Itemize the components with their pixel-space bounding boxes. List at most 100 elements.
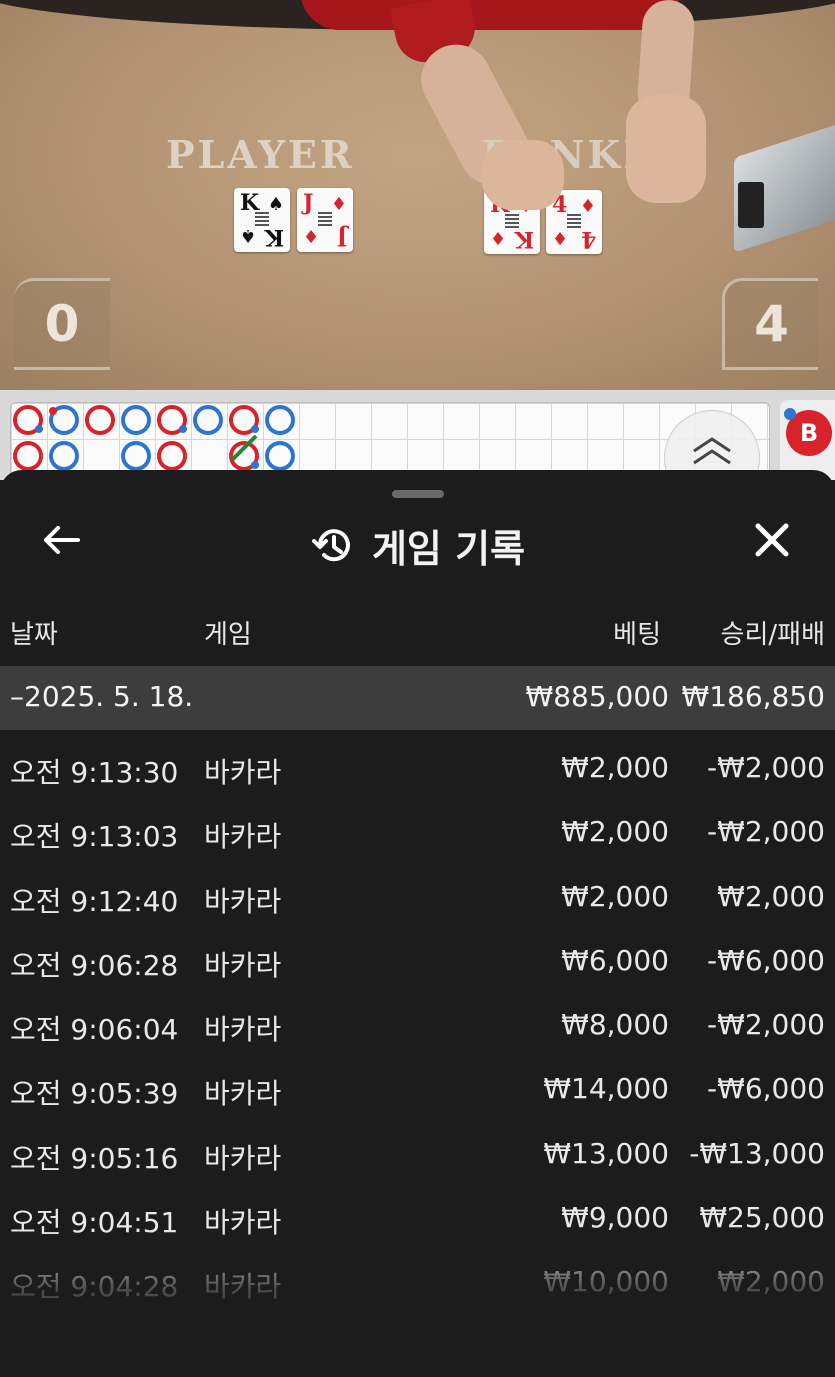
dealer-right-hand xyxy=(626,95,706,203)
bead-player xyxy=(49,441,79,471)
row-game: 바카라 xyxy=(204,948,282,982)
row-game: 바카라 xyxy=(204,1206,282,1240)
history-row[interactable]: 오전 9:06:04 바카라 ₩8,000 -₩2,000 xyxy=(0,992,835,1056)
banker-score: 4 xyxy=(722,278,818,370)
row-time: 오전 9:06:04 xyxy=(10,1013,179,1047)
column-header-game: 게임 xyxy=(204,620,252,650)
row-bet: ₩6,000 xyxy=(561,943,669,977)
history-row[interactable]: 오전 9:05:39 바카라 ₩14,000 -₩6,000 xyxy=(0,1056,835,1120)
card-rank: K xyxy=(514,226,534,252)
row-time: 오전 9:05:16 xyxy=(10,1141,179,1175)
row-result: -₩2,000 xyxy=(707,815,825,849)
game-history-sheet: 게임 기록 날짜 게임 베팅 승리/패배 –2025. 5. 18. ₩885,… xyxy=(0,470,835,1377)
bead-player xyxy=(265,441,295,471)
player-card-1: K ♠ K ♠ xyxy=(234,188,290,252)
row-bet: ₩2,000 xyxy=(561,815,669,849)
bead-banker xyxy=(229,405,259,435)
bead-player xyxy=(193,405,223,435)
row-game: 바카라 xyxy=(204,1077,282,1111)
history-row[interactable]: 오전 9:12:40 바카라 ₩2,000 ₩2,000 xyxy=(0,864,835,928)
card-face xyxy=(318,212,332,226)
bead-banker xyxy=(13,405,43,435)
sheet-drag-handle[interactable] xyxy=(392,490,444,498)
close-button[interactable] xyxy=(748,516,796,564)
row-result: ₩25,000 xyxy=(699,1201,825,1235)
bead-banker xyxy=(157,441,187,471)
card-suit: ♠ xyxy=(267,194,284,215)
row-bet: ₩10,000 xyxy=(543,1265,669,1299)
row-game: 바카라 xyxy=(204,820,282,854)
bead-banker xyxy=(85,405,115,435)
row-bet: ₩14,000 xyxy=(543,1072,669,1106)
row-time: 오전 9:13:30 xyxy=(10,756,179,789)
row-bet: ₩8,000 xyxy=(561,1008,669,1042)
row-result: ₩2,000 xyxy=(717,879,825,913)
dealer-dress xyxy=(300,0,680,30)
row-result: -₩6,000 xyxy=(707,943,825,977)
pair-marker xyxy=(251,461,259,469)
sheet-title-group: 게임 기록 xyxy=(0,518,835,573)
row-game: 바카라 xyxy=(204,1141,282,1175)
row-game: 바카라 xyxy=(204,756,282,789)
history-row[interactable]: 오전 9:05:16 바카라 ₩13,000 -₩13,000 xyxy=(0,1121,835,1185)
bead-banker xyxy=(13,441,43,471)
date-summary-row[interactable]: –2025. 5. 18. ₩885,000 ₩186,850 xyxy=(0,666,835,730)
column-header-date: 날짜 xyxy=(10,620,58,650)
sheet-header: 게임 기록 xyxy=(0,510,835,573)
row-time: 오전 9:04:28 xyxy=(10,1270,179,1304)
history-row[interactable]: 오전 9:13:03 바카라 ₩2,000 -₩2,000 xyxy=(0,799,835,863)
card-rank: J xyxy=(336,224,347,250)
row-result: -₩6,000 xyxy=(707,1072,825,1106)
close-icon xyxy=(755,523,789,557)
row-time: 오전 9:05:39 xyxy=(10,1077,179,1111)
history-row[interactable]: 오전 9:04:28 바카라 ₩10,000 ₩2,000 xyxy=(0,1249,835,1313)
player-label: PLAYER xyxy=(166,132,355,177)
row-bet: ₩13,000 xyxy=(543,1136,669,1170)
player-score: 0 xyxy=(14,278,110,370)
history-list: 오전 9:13:30 바카라 ₩2,000 -₩2,000 오전 9:13:03… xyxy=(0,735,835,1314)
summary-date: –2025. 5. 18. xyxy=(10,680,194,713)
row-bet: ₩2,000 xyxy=(561,751,669,784)
pair-marker xyxy=(35,425,43,433)
dealer-left-hand xyxy=(482,140,564,210)
summary-bet-total: ₩885,000 xyxy=(525,680,669,713)
bead-banker xyxy=(157,405,187,435)
row-game: 바카라 xyxy=(204,884,282,918)
banker-prediction-badge[interactable]: B xyxy=(784,408,832,456)
pair-marker xyxy=(784,408,796,420)
pair-marker xyxy=(251,425,259,433)
card-suit: ♦ xyxy=(303,225,320,246)
bead-player xyxy=(265,405,295,435)
card-suit: ♦ xyxy=(552,227,569,248)
row-result: ₩2,000 xyxy=(717,1265,825,1299)
row-bet: ₩2,000 xyxy=(561,879,669,913)
column-header-result: 승리/패배 xyxy=(720,620,825,650)
row-result: -₩2,000 xyxy=(707,751,825,784)
badge-label: B xyxy=(799,419,819,447)
summary-result-total: ₩186,850 xyxy=(681,680,825,713)
card-shoe-slot xyxy=(738,182,764,228)
card-rank: 4 xyxy=(580,226,596,252)
card-suit: ♦ xyxy=(579,196,596,217)
card-suit: ♦ xyxy=(490,227,507,248)
card-suit: ♦ xyxy=(330,194,347,215)
card-rank: J xyxy=(303,190,314,216)
bead-player xyxy=(121,441,151,471)
row-time: 오전 9:12:40 xyxy=(10,884,179,918)
row-result: -₩13,000 xyxy=(689,1136,825,1170)
history-row[interactable]: 오전 9:06:28 바카라 ₩6,000 -₩6,000 xyxy=(0,928,835,992)
column-header-bet: 베팅 xyxy=(613,620,661,650)
history-row[interactable]: 오전 9:13:30 바카라 ₩2,000 -₩2,000 xyxy=(0,735,835,799)
row-time: 오전 9:06:28 xyxy=(10,948,179,982)
card-face xyxy=(567,214,581,228)
pair-marker xyxy=(49,407,57,415)
player-card-2: J ♦ J ♦ xyxy=(297,188,353,252)
sheet-title: 게임 기록 xyxy=(371,527,526,571)
card-suit: ♠ xyxy=(240,225,257,246)
history-row[interactable]: 오전 9:04:51 바카라 ₩9,000 ₩25,000 xyxy=(0,1185,835,1249)
bead-player xyxy=(49,405,79,435)
history-icon xyxy=(311,528,350,561)
card-rank: K xyxy=(264,224,284,250)
row-bet: ₩9,000 xyxy=(561,1201,669,1235)
bead-player xyxy=(121,405,151,435)
